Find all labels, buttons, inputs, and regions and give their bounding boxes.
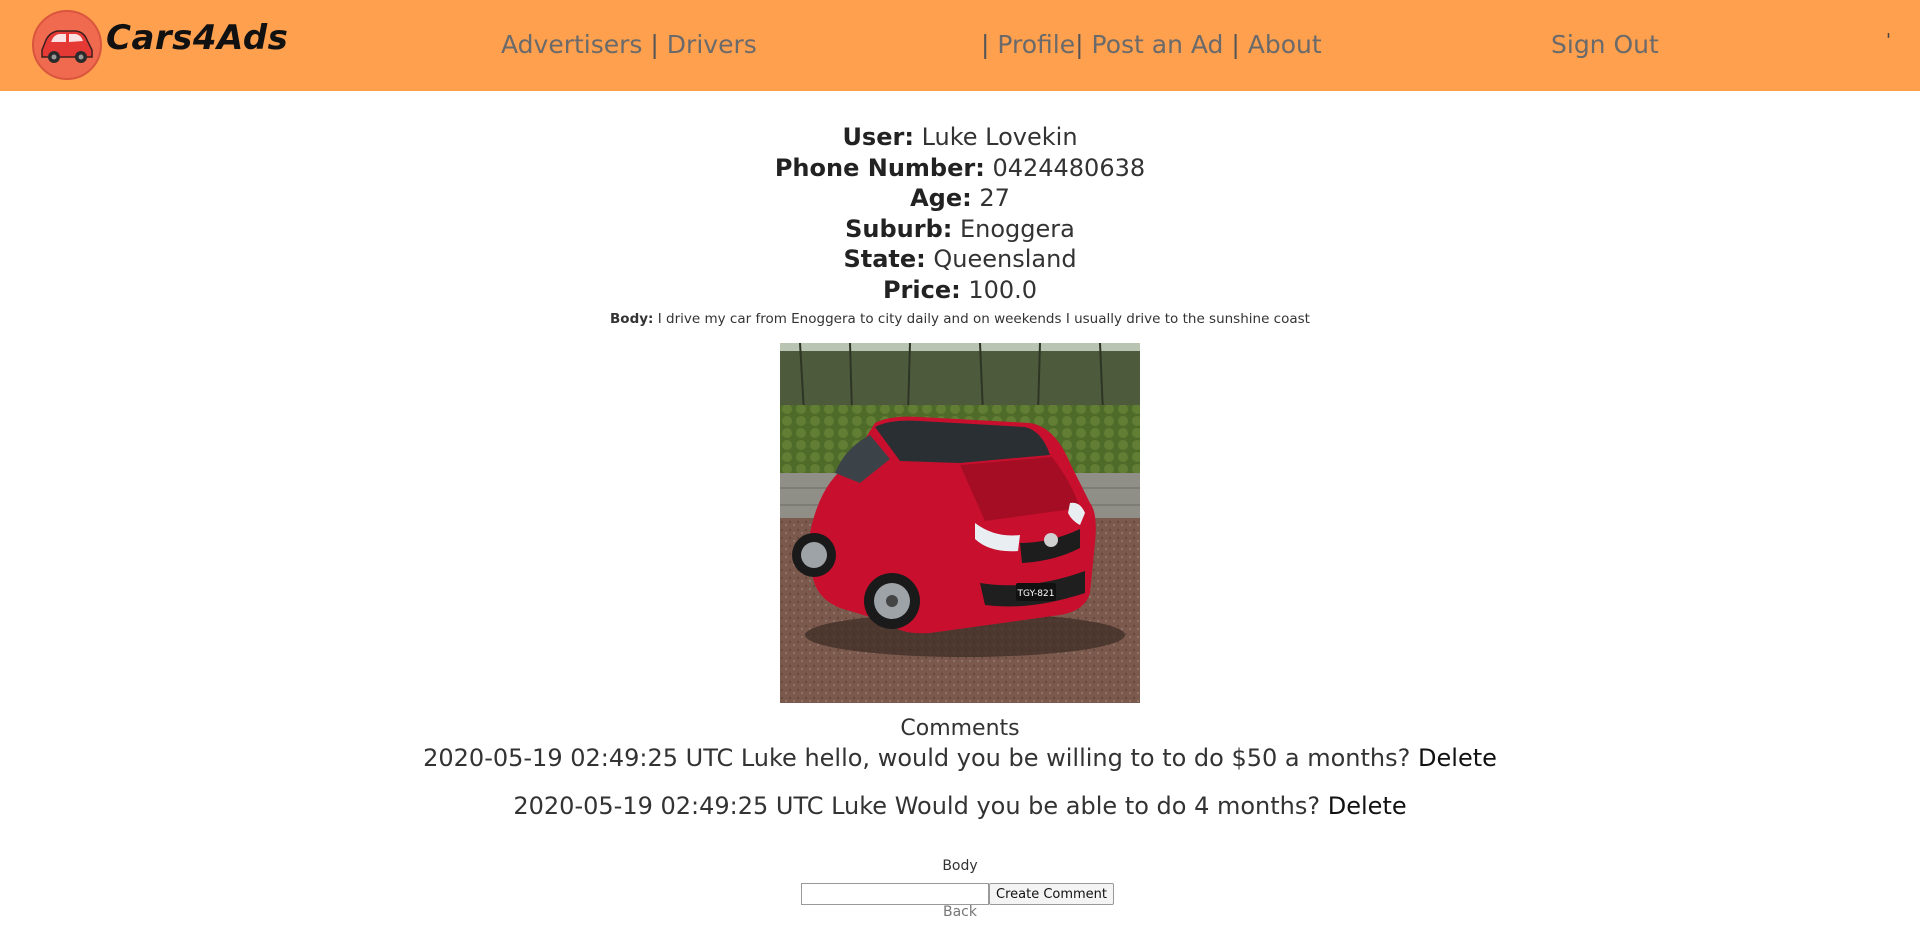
- phone-value: 0424480638: [992, 153, 1146, 182]
- price-row: Price: 100.0: [0, 275, 1920, 306]
- top-navbar: Cars4Ads Advertisers | Drivers | Profile…: [0, 0, 1920, 91]
- brand-name[interactable]: Cars4Ads: [106, 18, 288, 58]
- back-link[interactable]: Back: [0, 904, 1920, 920]
- comment-text: 2020-05-19 02:49:25 UTC Luke Would you b…: [513, 792, 1321, 820]
- nav-drivers[interactable]: Drivers: [667, 30, 757, 59]
- create-comment-button[interactable]: Create Comment: [989, 883, 1115, 905]
- nav-advertisers[interactable]: Advertisers: [501, 30, 642, 59]
- body-row: Body: I drive my car from Enoggera to ci…: [0, 309, 1920, 329]
- plate-text: TGY-821: [1017, 589, 1055, 599]
- age-label: Age:: [910, 184, 972, 212]
- comment-text: 2020-05-19 02:49:25 UTC Luke hello, woul…: [423, 744, 1411, 772]
- price-label: Price:: [882, 275, 961, 304]
- nav-separator: |: [981, 30, 990, 59]
- price-value: 100.0: [968, 275, 1038, 304]
- user-value: Luke Lovekin: [921, 123, 1078, 151]
- body-label: Body:: [610, 311, 654, 327]
- age-row: Age: 27: [0, 183, 1920, 214]
- comments-heading: Comments: [900, 716, 1020, 741]
- car-photo: TGY-821: [780, 343, 1140, 703]
- phone-label: Phone Number:: [774, 153, 985, 182]
- comment-item: 2020-05-19 02:49:25 UTC Luke Would you b…: [0, 792, 1920, 820]
- delete-comment-link[interactable]: Delete: [1328, 792, 1407, 820]
- user-row: User: Luke Lovekin: [0, 122, 1920, 153]
- nav-profile[interactable]: Profile: [997, 30, 1075, 59]
- driver-details: User: Luke Lovekin Phone Number: 0424480…: [0, 122, 1920, 329]
- comment-item: 2020-05-19 02:49:25 UTC Luke hello, woul…: [0, 744, 1920, 772]
- comment-body-input[interactable]: [801, 883, 989, 905]
- body-value: I drive my car from Enoggera to city dai…: [657, 311, 1310, 327]
- phone-row: Phone Number: 0424480638: [0, 153, 1920, 184]
- nav-post-ad[interactable]: Post an Ad: [1092, 30, 1224, 59]
- sign-out-link[interactable]: Sign Out: [1551, 30, 1659, 59]
- suburb-row: Suburb: Enoggera: [0, 214, 1920, 245]
- state-row: State: Queensland: [0, 244, 1920, 275]
- suburb-value: Enoggera: [960, 214, 1075, 243]
- nav-separator: |: [1231, 30, 1240, 59]
- nav-about[interactable]: About: [1248, 30, 1322, 59]
- age-value: 27: [979, 184, 1010, 212]
- state-value: Queensland: [933, 245, 1077, 273]
- delete-comment-link[interactable]: Delete: [1418, 744, 1497, 772]
- suburb-label: Suburb:: [845, 214, 953, 243]
- car-image: TGY-821: [780, 343, 1140, 703]
- stray-tick-mark: ': [1886, 30, 1891, 51]
- nav-separator: |: [650, 30, 659, 59]
- nav-separator: |: [1075, 30, 1084, 59]
- user-label: User:: [842, 123, 914, 151]
- state-label: State:: [843, 245, 926, 273]
- red-car-icon[interactable]: [32, 10, 102, 80]
- body-field-label: Body: [942, 858, 978, 874]
